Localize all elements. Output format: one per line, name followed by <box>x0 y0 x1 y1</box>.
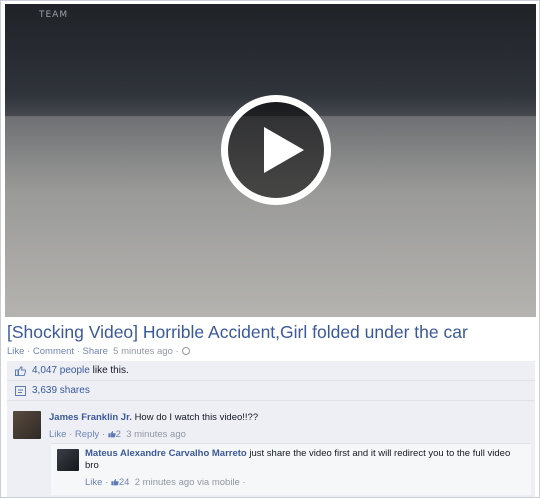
thumbnail-brand-mark: TEAM <box>39 10 69 20</box>
comment-link[interactable]: Comment <box>33 346 74 357</box>
reply-like-link[interactable]: Like <box>85 477 102 488</box>
reply-item: Mateus Alexandre Carvalho Marreto just s… <box>51 443 531 495</box>
feed-post: TEAM [Shocking Video] Horrible Accident,… <box>0 0 540 498</box>
avatar[interactable] <box>13 411 41 439</box>
comment-reply-link[interactable]: Reply <box>75 429 99 440</box>
comment-item: James Franklin Jr. How do I watch this v… <box>7 409 535 441</box>
likes-suffix: like this. <box>92 365 129 376</box>
comment-like-link[interactable]: Like <box>49 429 66 440</box>
play-button[interactable] <box>221 95 331 205</box>
likes-count-link[interactable]: 4,047 people <box>32 365 90 376</box>
thumbs-up-icon <box>108 431 116 438</box>
reply-author-link[interactable]: Mateus Alexandre Carvalho Marreto <box>85 448 247 459</box>
separator: · <box>76 346 80 357</box>
reply-reaction-count[interactable]: 24 <box>119 477 130 488</box>
play-icon <box>264 127 304 173</box>
share-link[interactable]: Share <box>83 346 108 357</box>
comment-timestamp[interactable]: 3 minutes ago <box>126 429 186 440</box>
reply-body: Mateus Alexandre Carvalho Marreto just s… <box>85 448 525 472</box>
reply-actions: Like · 24 2 minutes ago via mobile · <box>85 477 246 488</box>
separator: · <box>175 346 179 357</box>
like-link[interactable]: Like <box>7 346 24 357</box>
engagement-panel: 4,047 people like this. 3,639 shares Jam… <box>7 361 535 497</box>
comment-reaction-count[interactable]: 2 <box>116 429 121 440</box>
shares-row: 3,639 shares <box>7 381 535 401</box>
video-thumbnail[interactable]: TEAM <box>5 4 536 317</box>
comment-author-link[interactable]: James Franklin Jr. <box>49 412 132 423</box>
shares-count-link[interactable]: 3,639 shares <box>32 385 90 396</box>
comment-actions: Like · Reply · 2 3 minutes ago <box>49 429 186 440</box>
post-actions: Like · Comment · Share 5 minutes ago · <box>7 346 190 357</box>
comment-text: How do I watch this video!!?? <box>134 412 259 423</box>
thumbs-up-icon <box>15 366 26 376</box>
globe-icon <box>181 347 190 355</box>
comment-body: James Franklin Jr. How do I watch this v… <box>49 412 519 424</box>
avatar[interactable] <box>57 449 79 471</box>
likes-row: 4,047 people like this. <box>7 361 535 381</box>
separator: · <box>27 346 31 357</box>
reply-timestamp[interactable]: 2 minutes ago via mobile <box>135 477 240 488</box>
thumbs-up-icon <box>111 479 119 486</box>
share-icon <box>15 386 26 396</box>
post-title-link[interactable]: [Shocking Video] Horrible Accident,Girl … <box>7 322 535 343</box>
post-timestamp[interactable]: 5 minutes ago <box>113 346 173 357</box>
